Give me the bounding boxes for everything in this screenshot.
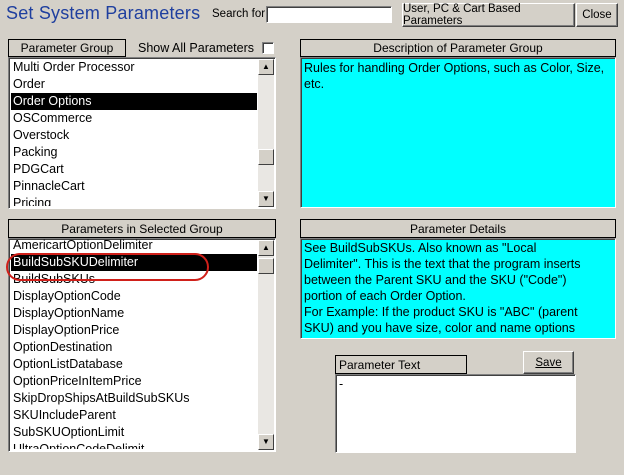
parameter-list-item[interactable]: OptionPriceInItemPrice [11, 373, 257, 390]
details-line: See BuildSubSKUs. Also known as "Local [304, 241, 537, 255]
parameters-scrollbar[interactable]: ▲ ▼ [258, 240, 274, 450]
details-line: between the Parent SKU and the SKU ("Cod… [304, 273, 567, 287]
parameter-group-list[interactable]: Multi Order Processor Order Order Options O… [8, 57, 276, 209]
scroll-thumb[interactable] [258, 258, 274, 274]
scroll-down-arrow-icon[interactable]: ▼ [258, 191, 274, 207]
group-list-item[interactable]: PinnacleCart [11, 178, 257, 195]
details-line: SKU) and you have size, color and name o… [304, 321, 575, 335]
show-all-parameters-label: Show All Parameters [138, 41, 255, 55]
close-button[interactable]: Close [576, 3, 618, 27]
parameter-list-item[interactable]: OptionListDatabase [11, 356, 257, 373]
page-title: Set System Parameters [6, 3, 201, 23]
save-button[interactable]: Save [523, 351, 574, 374]
parameter-list-item[interactable]: SubSKUOptionLimit [11, 424, 257, 441]
group-list-item[interactable]: OSCommerce [11, 110, 257, 127]
parameter-list-item[interactable]: AmericartOptionDelimiter [11, 239, 257, 254]
group-list-item[interactable]: PDGCart [11, 161, 257, 178]
parameter-details-header: Parameter Details [300, 219, 616, 238]
parameter-group-header: Parameter Group [8, 39, 126, 57]
group-list-item[interactable]: Order [11, 76, 257, 93]
scroll-thumb[interactable] [258, 149, 274, 165]
parameter-list-item[interactable]: DisplayOptionCode [11, 288, 257, 305]
description-header: Description of Parameter Group [300, 39, 616, 57]
parameter-group-scrollbar[interactable]: ▲ ▼ [258, 59, 274, 207]
search-input[interactable] [266, 6, 392, 23]
group-list-item[interactable]: Packing [11, 144, 257, 161]
details-line: For Example: If the product SKU is "ABC"… [304, 305, 578, 319]
parameter-details-text: See BuildSubSKUs. Also known as "Local D… [300, 238, 616, 339]
show-all-parameters-checkbox[interactable] [262, 42, 274, 54]
scroll-up-arrow-icon[interactable]: ▲ [258, 240, 274, 256]
details-line: portion of each Order Option. [304, 289, 466, 303]
parameter-list-item[interactable]: UltraOptionCodeDelimit [11, 441, 257, 449]
group-list-item[interactable]: Pricing [11, 195, 257, 206]
search-label: Search for: [212, 8, 269, 20]
parameter-list-item[interactable]: DisplayOptionPrice [11, 322, 257, 339]
scroll-down-arrow-icon[interactable]: ▼ [258, 434, 274, 450]
group-list-item[interactable]: Overstock [11, 127, 257, 144]
details-line: Delimiter". This is the text that the pr… [304, 257, 581, 271]
group-list-item[interactable]: Order Options [11, 93, 257, 110]
parameter-text-header: Parameter Text [335, 355, 467, 374]
parameter-list-item[interactable]: SkipDropShipsAtBuildSubSKUs [11, 390, 257, 407]
parameter-text-field[interactable]: - [335, 374, 576, 453]
parameter-list-item[interactable]: OptionDestination [11, 339, 257, 356]
user-pc-cart-parameters-button[interactable]: User, PC & Cart Based Parameters [402, 3, 575, 27]
highlight-annotation-ring [6, 253, 209, 281]
parameters-header: Parameters in Selected Group [8, 219, 276, 238]
parameter-list-item[interactable]: SKUIncludeParent [11, 407, 257, 424]
scroll-up-arrow-icon[interactable]: ▲ [258, 59, 274, 75]
parameter-list-item[interactable]: DisplayOptionName [11, 305, 257, 322]
group-list-item[interactable]: Multi Order Processor [11, 59, 257, 76]
description-text: Rules for handling Order Options, such a… [300, 57, 616, 208]
